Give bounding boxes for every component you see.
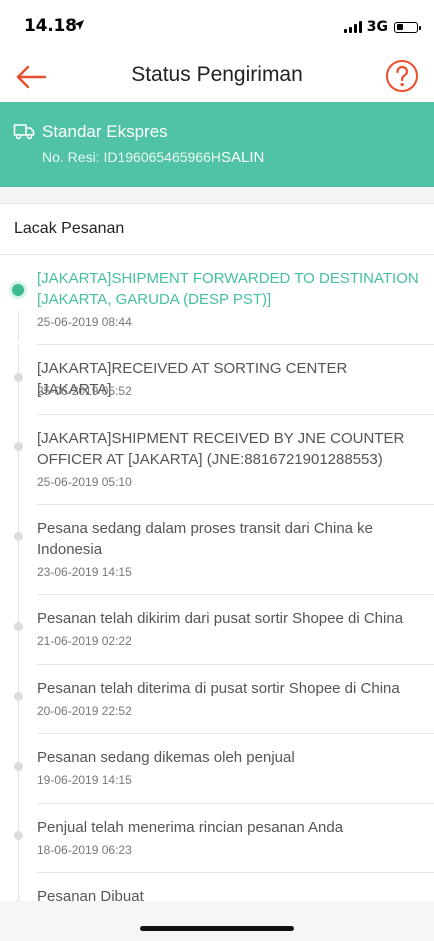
timeline-separator [37,733,434,734]
tracking-header-label: Lacak Pesanan [14,220,125,237]
timeline-time: 19-06-2019 14:15 [37,773,132,787]
timeline-status: Pesanan telah dikirim dari pusat sortir … [37,610,404,627]
timeline-separator [37,414,434,415]
timeline-separator [37,594,434,595]
status-bar: 14.18 3G [0,0,434,52]
status-indicators: 3G [343,17,421,37]
shipping-info-banner: Standar Ekspres No. Resi: ID196065465966… [0,102,434,187]
timeline-time: 20-06-2019 22:52 [37,704,132,718]
timeline-dot [14,762,23,771]
timeline-separator [37,344,434,345]
timeline-status: Pesana sedang dalam proses transit dari … [37,520,374,558]
timeline-time: 21-06-2019 02:22 [37,634,132,648]
tracking-number-label: No. Resi: ID196065465966H [42,149,222,165]
signal-icon [343,21,362,33]
location-arrow-icon [73,18,85,36]
timeline-status: Pesanan sedang dikemas oleh penjual [37,749,295,766]
timeline-dot [14,692,23,701]
section-divider [0,187,434,204]
timeline-dot [14,831,23,840]
timeline-status: Penjual telah menerima rincian pesanan A… [37,819,344,836]
timeline-time: 23-06-2019 14:15 [37,565,132,579]
tracking-timeline: [JAKARTA]SHIPMENT FORWARDED TO DESTINATI… [0,255,434,901]
timeline-status: Pesanan telah diterima di pusat sortir S… [37,680,400,697]
timeline-dot [14,373,23,382]
timeline-separator [37,872,434,873]
timeline-dot-active [12,284,24,296]
timeline-separator [37,504,434,505]
timeline-status: Pesanan Dibuat [37,888,144,901]
tracking-number: No. Resi: ID196065465966HSALIN [42,149,264,166]
timeline-time: 18-06-2019 06:23 [37,843,132,857]
tracking-header: Lacak Pesanan [0,204,434,255]
timeline-status: [JAKARTA]SHIPMENT RECEIVED BY JNE COUNTE… [37,430,405,468]
status-time: 14.18 [24,16,77,36]
timeline-dot [14,442,23,451]
timeline-time: 25-06-2019 08:44 [37,315,132,329]
copy-tracking-button[interactable]: SALIN [221,149,264,166]
network-type: 3G [366,19,388,35]
shipping-service-name: Standar Ekspres [42,122,168,141]
nav-bar: Status Pengiriman [0,52,434,102]
truck-icon [13,122,35,145]
bottom-bar [0,901,434,941]
battery-icon [394,21,421,33]
timeline-status: [JAKARTA]SHIPMENT FORWARDED TO DESTINATI… [37,270,419,308]
timeline-separator [37,664,434,665]
home-indicator[interactable] [140,926,294,931]
timeline-dot [14,532,23,541]
question-circle-icon[interactable] [385,59,419,93]
page-title: Status Pengiriman [131,63,303,86]
timeline-time: 25-06-2019 05:10 [37,475,132,489]
timeline-line [18,311,19,339]
timeline-dot [14,622,23,631]
timeline-time: 25-06-2019 05:52 [37,384,132,398]
timeline-separator [37,803,434,804]
